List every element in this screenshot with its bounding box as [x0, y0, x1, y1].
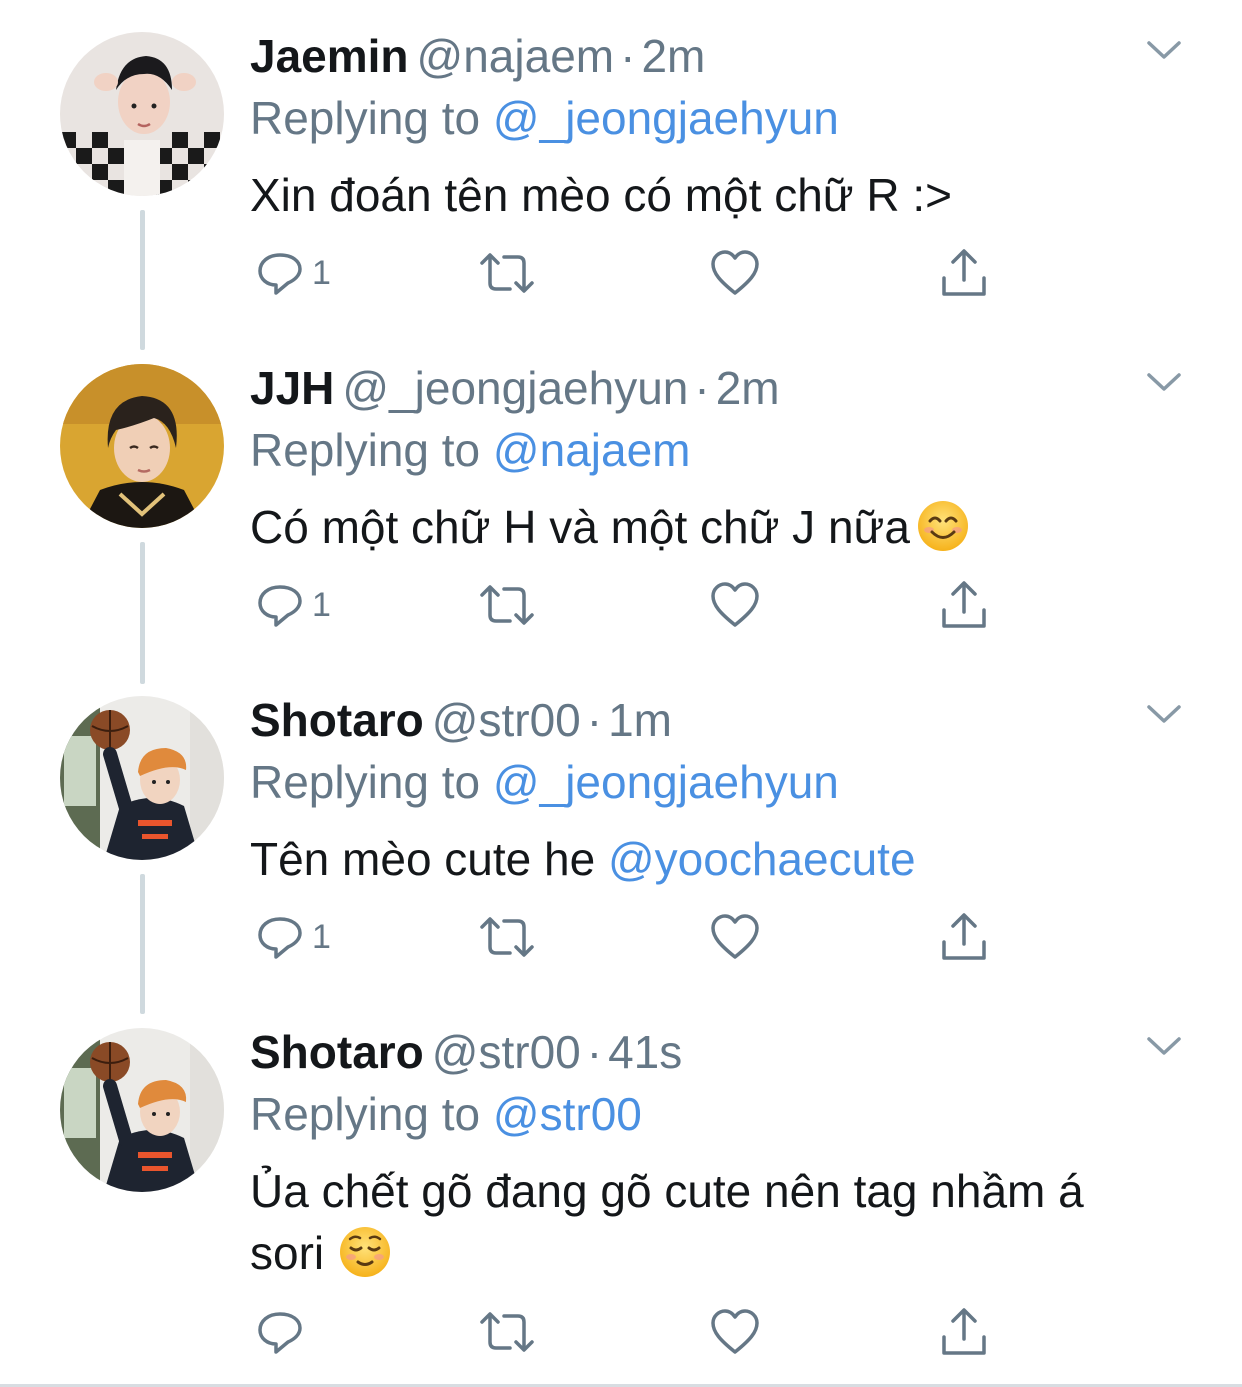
- heart-icon: [711, 582, 759, 627]
- display-name[interactable]: Jaemin: [250, 30, 409, 82]
- separator-dot: ·: [694, 362, 710, 414]
- share-button[interactable]: [940, 907, 988, 967]
- display-name[interactable]: JJH: [250, 362, 334, 414]
- replying-to-label: Replying to: [250, 756, 493, 808]
- reply-icon: [258, 253, 302, 295]
- separator-dot: ·: [586, 1026, 603, 1078]
- tweet-text: Tên mèo cute he @yoochaecute: [250, 828, 1170, 890]
- replying-to-line: Replying to @_jeongjaehyun: [250, 756, 839, 808]
- thread-connector: [140, 210, 145, 350]
- like-button[interactable]: [710, 575, 760, 635]
- heart-icon: [711, 250, 759, 295]
- retweet-icon: [480, 253, 534, 293]
- separator-dot: ·: [586, 694, 603, 746]
- avatar[interactable]: [60, 32, 224, 196]
- tweet-text: Ủa chết gõ đang gõ cute nên tag nhầm á s…: [250, 1160, 1150, 1284]
- replying-to-label: Replying to: [250, 424, 493, 476]
- avatar[interactable]: [60, 364, 224, 528]
- timestamp[interactable]: 2m: [641, 30, 705, 82]
- tweet-actions: [250, 1302, 1010, 1362]
- retweet-button[interactable]: [478, 1302, 536, 1362]
- replying-to-line: Replying to @_jeongjaehyun: [250, 92, 839, 144]
- user-handle[interactable]: @str00: [432, 694, 581, 746]
- replying-to-mention[interactable]: @najaem: [493, 424, 691, 476]
- replying-to-label: Replying to: [250, 1088, 493, 1140]
- retweet-icon: [480, 917, 534, 957]
- avatar[interactable]: [60, 696, 224, 860]
- display-name[interactable]: Shotaro: [250, 1026, 424, 1078]
- share-button[interactable]: [940, 243, 988, 303]
- share-button[interactable]: [940, 575, 988, 635]
- share-icon: [942, 1308, 986, 1355]
- heart-icon: [711, 914, 759, 959]
- chevron-down-icon[interactable]: [1146, 1034, 1182, 1058]
- retweet-button[interactable]: [478, 243, 536, 303]
- reply-icon: [258, 1312, 302, 1354]
- tweet-actions: 1: [250, 907, 1010, 967]
- reply-button[interactable]: 1: [256, 575, 331, 635]
- retweet-icon: [480, 1312, 534, 1352]
- reply-icon: [258, 917, 302, 959]
- chevron-down-icon[interactable]: [1146, 38, 1182, 62]
- tweet-mention-link[interactable]: @yoochaecute: [608, 833, 916, 885]
- reply-button[interactable]: 1: [256, 243, 331, 303]
- user-handle[interactable]: @_jeongjaehyun: [342, 362, 688, 414]
- replying-to-line: Replying to @str00: [250, 1088, 642, 1140]
- user-handle[interactable]: @str00: [432, 1026, 581, 1078]
- avatar[interactable]: [60, 1028, 224, 1192]
- chevron-down-icon[interactable]: [1146, 702, 1182, 726]
- reply-count: 1: [312, 585, 331, 624]
- reply-icon: [258, 585, 302, 627]
- tweet-text: Có một chữ H và một chữ J nữa: [250, 496, 1170, 558]
- smiling-face-emoji: [917, 501, 968, 551]
- relieved-face-emoji: [340, 1227, 391, 1277]
- like-button[interactable]: [710, 907, 760, 967]
- chevron-down-icon[interactable]: [1146, 370, 1182, 394]
- tweet-actions: 1: [250, 575, 1010, 635]
- share-button[interactable]: [940, 1302, 988, 1362]
- share-icon: [942, 249, 986, 296]
- tweet-text: Xin đoán tên mèo có một chữ R :>: [250, 164, 1170, 226]
- tweet-header: Jaemin @najaem · 2m: [250, 30, 705, 82]
- user-handle[interactable]: @najaem: [417, 30, 615, 82]
- share-icon: [942, 913, 986, 960]
- tweet-thread: Jaemin @najaem · 2m Replying to @_jeongjaeh…: [0, 0, 1242, 1387]
- share-icon: [942, 581, 986, 628]
- display-name[interactable]: Shotaro: [250, 694, 424, 746]
- replying-to-line: Replying to @najaem: [250, 424, 691, 476]
- tweet-header: Shotaro @str00 · 1m: [250, 694, 672, 746]
- tweet-header: JJH @_jeongjaehyun · 2m: [250, 362, 780, 414]
- tweet-body: Có một chữ H và một chữ J nữa: [250, 501, 910, 553]
- tweet-actions: 1: [250, 243, 1010, 303]
- reply-count: 1: [312, 917, 331, 956]
- replying-to-label: Replying to: [250, 92, 493, 144]
- retweet-icon: [480, 585, 534, 625]
- retweet-button[interactable]: [478, 907, 536, 967]
- reply-button[interactable]: 1: [256, 907, 331, 967]
- heart-icon: [711, 1309, 759, 1354]
- reply-count: 1: [312, 253, 331, 292]
- tweet-body: Xin đoán tên mèo có một chữ R :>: [250, 169, 952, 221]
- separator-dot: ·: [620, 30, 636, 82]
- tweet-header: Shotaro @str00 · 41s: [250, 1026, 682, 1078]
- thread-connector: [140, 542, 145, 684]
- replying-to-mention[interactable]: @_jeongjaehyun: [493, 756, 839, 808]
- replying-to-mention[interactable]: @str00: [493, 1088, 642, 1140]
- like-button[interactable]: [710, 1302, 760, 1362]
- thread-connector: [140, 874, 145, 1014]
- replying-to-mention[interactable]: @_jeongjaehyun: [493, 92, 839, 144]
- tweet-body: Tên mèo cute he: [250, 833, 608, 885]
- like-button[interactable]: [710, 243, 760, 303]
- timestamp[interactable]: 2m: [716, 362, 780, 414]
- timestamp[interactable]: 1m: [608, 694, 672, 746]
- reply-button[interactable]: [256, 1302, 312, 1362]
- timestamp[interactable]: 41s: [608, 1026, 682, 1078]
- retweet-button[interactable]: [478, 575, 536, 635]
